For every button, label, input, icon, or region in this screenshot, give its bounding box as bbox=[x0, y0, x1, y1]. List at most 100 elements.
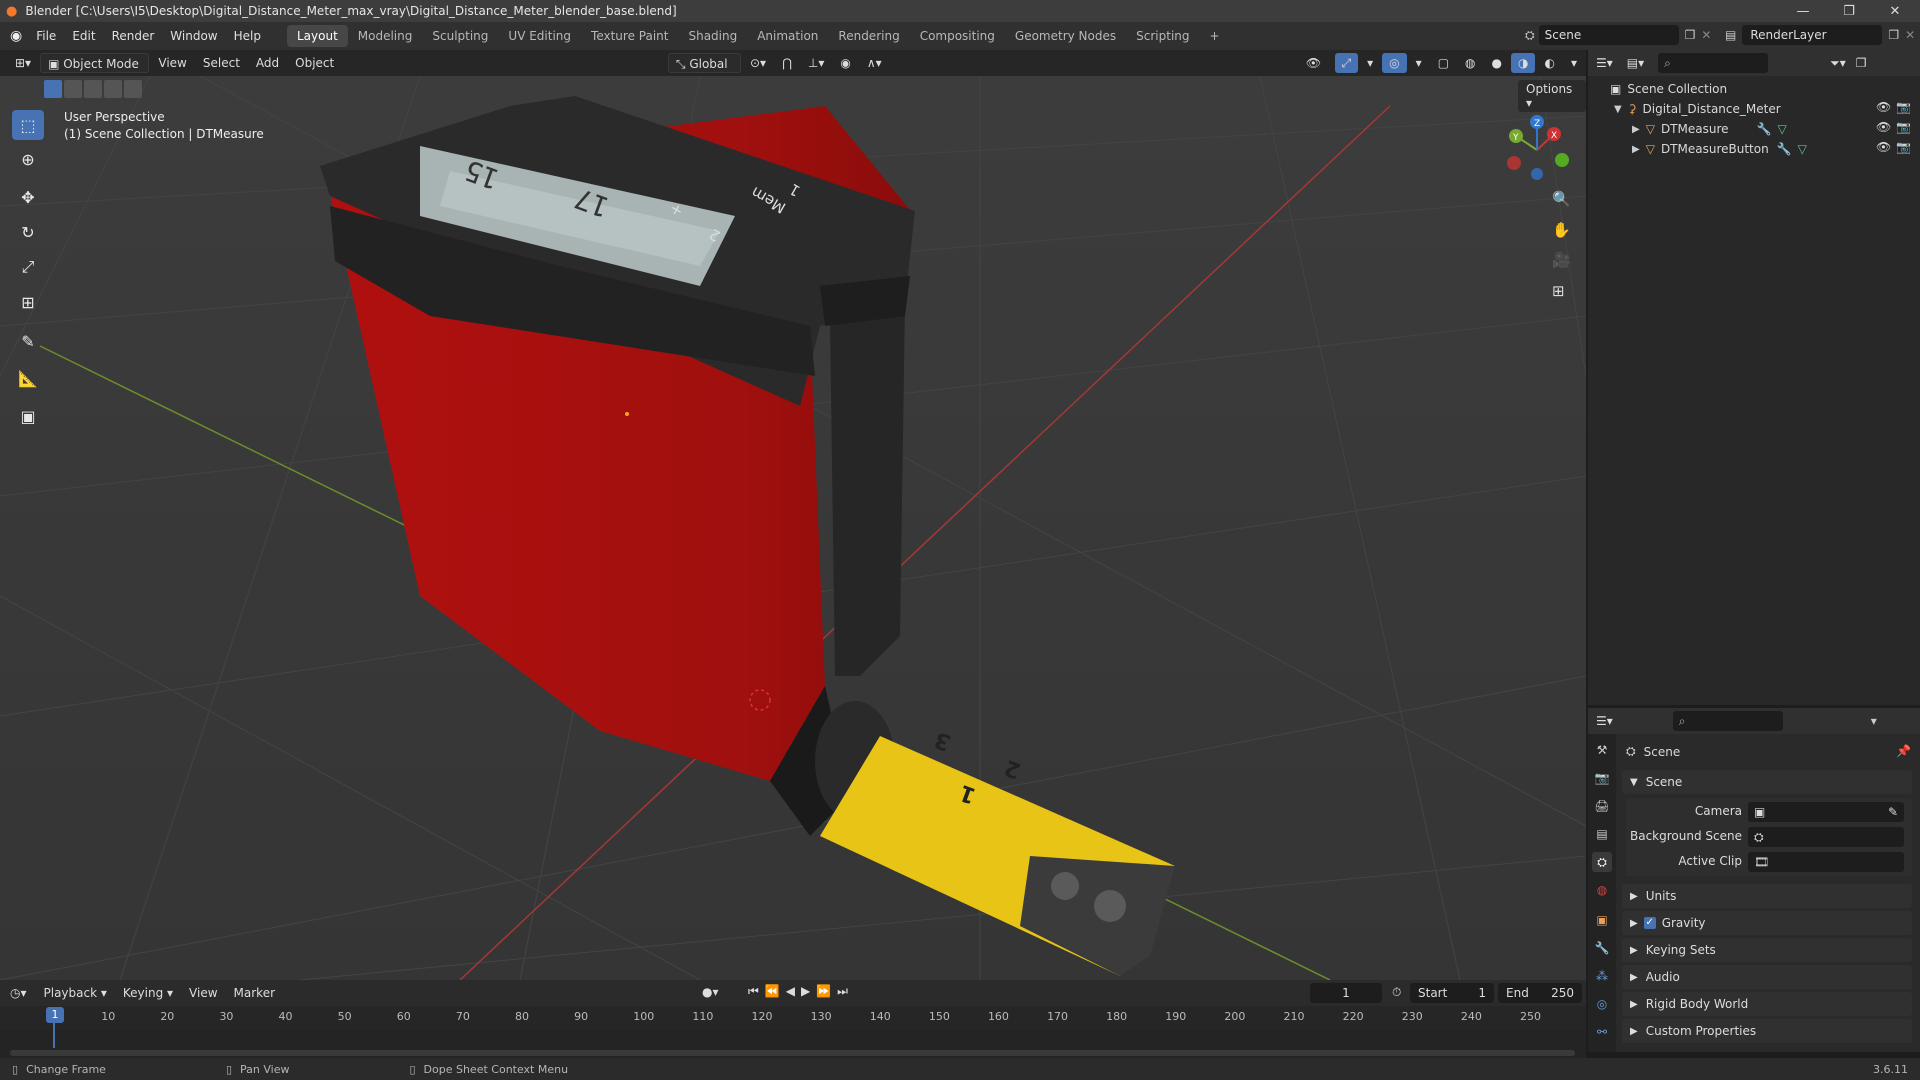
select-extend-icon[interactable] bbox=[64, 80, 82, 98]
gravity-panel-header[interactable]: ▶ ✓ Gravity bbox=[1622, 911, 1912, 935]
menu-playback[interactable]: Playback ▾ bbox=[37, 983, 114, 1003]
tab-sculpting[interactable]: Sculpting bbox=[422, 25, 498, 47]
tool-select-box[interactable]: ⬚ bbox=[12, 110, 44, 140]
collapse-arrow-icon[interactable]: ▶ bbox=[1632, 124, 1640, 135]
render-camera-icon[interactable]: 📷 bbox=[1896, 120, 1911, 134]
blender-menu-icon[interactable]: ◉ bbox=[10, 28, 22, 44]
playhead-frame-label[interactable]: 1 bbox=[46, 1007, 64, 1023]
collapse-arrow-icon[interactable]: ▶ bbox=[1632, 144, 1640, 155]
camera-field[interactable]: ▣ ✎ bbox=[1748, 802, 1904, 822]
background-scene-field[interactable]: ⛭ bbox=[1748, 827, 1904, 847]
tool-annotate[interactable]: ✎ bbox=[12, 326, 44, 356]
audio-panel-header[interactable]: ▶ Audio bbox=[1622, 965, 1912, 989]
preview-range-icon[interactable]: ⏱ bbox=[1392, 985, 1401, 1000]
perspective-toggle-icon[interactable]: ⊞ bbox=[1552, 282, 1565, 300]
visibility-icon[interactable]: 👁▾ bbox=[1299, 53, 1333, 90]
tab-layout[interactable]: Layout bbox=[286, 25, 348, 47]
tool-transform[interactable]: ⊞ bbox=[12, 287, 44, 317]
shading-dropdown-icon[interactable]: ▾ bbox=[1564, 53, 1584, 73]
tab-geometry-nodes[interactable]: Geometry Nodes bbox=[1005, 25, 1126, 47]
menu-view[interactable]: View bbox=[151, 53, 193, 73]
tool-rotate[interactable]: ↻ bbox=[12, 217, 44, 247]
outliner-row-dtmeasure[interactable]: ▶ ▽ DTMeasure 🔧 ▽ bbox=[1632, 120, 1787, 138]
options-button[interactable]: Options ▾ bbox=[1518, 80, 1586, 112]
minimize-button[interactable]: — bbox=[1780, 0, 1826, 22]
tab-shading[interactable]: Shading bbox=[678, 25, 747, 47]
scene-icon[interactable]: ⛭ bbox=[1525, 28, 1535, 43]
active-clip-field[interactable]: 🎞 bbox=[1748, 852, 1904, 872]
object-tab-icon[interactable]: ▣ bbox=[1592, 910, 1612, 930]
outliner-row-collection[interactable]: ▼ ⚳ Digital_Distance_Meter bbox=[1614, 100, 1781, 118]
properties-search-input[interactable]: ⌕ bbox=[1672, 711, 1783, 731]
wireframe-shading-icon[interactable]: ◍ bbox=[1458, 53, 1482, 73]
scene-selector[interactable]: Scene bbox=[1538, 25, 1679, 45]
tab-scripting[interactable]: Scripting bbox=[1126, 25, 1199, 47]
eyedropper-icon[interactable]: ✎ bbox=[1888, 805, 1898, 819]
modifier-tab-icon[interactable]: 🔧 bbox=[1592, 938, 1612, 958]
camera-view-icon[interactable]: 🎥 bbox=[1552, 251, 1571, 269]
close-button[interactable]: ✕ bbox=[1872, 0, 1918, 22]
physics-tab-icon[interactable]: ◎ bbox=[1592, 994, 1612, 1014]
solid-shading-icon[interactable]: ● bbox=[1485, 53, 1509, 73]
expand-arrow-icon[interactable]: ▼ bbox=[1614, 104, 1622, 115]
scene-panel-header[interactable]: ▼ Scene bbox=[1622, 770, 1912, 794]
new-collection-icon[interactable]: ❐ bbox=[1856, 56, 1867, 70]
gizmo-icon[interactable]: ⤢ bbox=[1334, 53, 1359, 73]
start-frame-field[interactable]: Start 1 bbox=[1410, 983, 1494, 1003]
add-workspace-button[interactable]: + bbox=[1200, 25, 1230, 47]
renderlayer-selector[interactable]: RenderLayer bbox=[1742, 25, 1883, 45]
material-shading-icon[interactable]: ◑ bbox=[1511, 53, 1536, 73]
timeline-scrollbar[interactable] bbox=[10, 1050, 1575, 1056]
zoom-icon[interactable]: 🔍 bbox=[1552, 190, 1571, 208]
constraints-tab-icon[interactable]: ⚯ bbox=[1592, 1022, 1612, 1042]
particles-tab-icon[interactable]: ⁂ bbox=[1592, 966, 1612, 986]
custom-properties-panel-header[interactable]: ▶ Custom Properties bbox=[1622, 1019, 1912, 1043]
timeline-editor-type-icon[interactable]: ◷▾ bbox=[10, 986, 27, 1000]
rigid-body-world-panel-header[interactable]: ▶ Rigid Body World bbox=[1622, 992, 1912, 1016]
navigation-gizmo[interactable]: X Y Z bbox=[1492, 112, 1582, 182]
playback-controls[interactable]: ⏮⏪◀▶⏩⏭ bbox=[748, 984, 854, 999]
new-scene-icon[interactable]: ❐ bbox=[1685, 28, 1696, 42]
rendered-shading-icon[interactable]: ◐ bbox=[1537, 53, 1561, 73]
properties-options-icon[interactable]: ▾ bbox=[1871, 714, 1877, 728]
overlay-dropdown-icon[interactable]: ▾ bbox=[1409, 53, 1429, 73]
pivot-icon[interactable]: ⊙▾ bbox=[743, 53, 773, 73]
snap-icon[interactable]: ⋂ bbox=[775, 53, 799, 73]
tab-compositing[interactable]: Compositing bbox=[910, 25, 1005, 47]
gizmo-dropdown-icon[interactable]: ▾ bbox=[1360, 53, 1380, 73]
renderlayer-icon[interactable]: ▤ bbox=[1725, 28, 1736, 42]
snap-target-icon[interactable]: ⊥▾ bbox=[801, 53, 831, 73]
pin-icon[interactable]: 📌 bbox=[1896, 744, 1911, 758]
select-invert-icon[interactable] bbox=[104, 80, 122, 98]
tab-animation[interactable]: Animation bbox=[747, 25, 828, 47]
units-panel-header[interactable]: ▶ Units bbox=[1622, 884, 1912, 908]
pan-hand-icon[interactable]: ✋ bbox=[1552, 221, 1571, 239]
select-new-icon[interactable] bbox=[44, 80, 62, 98]
current-frame-field[interactable]: 1 bbox=[1310, 983, 1382, 1003]
tab-modeling[interactable]: Modeling bbox=[348, 25, 423, 47]
transform-orientation-selector[interactable]: ⤡ Global ▾ bbox=[667, 53, 741, 91]
maximize-button[interactable]: ❐ bbox=[1826, 0, 1872, 22]
tab-uv-editing[interactable]: UV Editing bbox=[498, 25, 581, 47]
tool-scale[interactable]: ⤢ bbox=[12, 252, 44, 282]
tool-add-cube[interactable]: ▣ bbox=[12, 401, 44, 431]
gravity-checkbox[interactable]: ✓ bbox=[1643, 917, 1656, 929]
menu-edit[interactable]: Edit bbox=[64, 25, 103, 47]
menu-keying[interactable]: Keying ▾ bbox=[116, 983, 180, 1003]
delete-renderlayer-icon[interactable]: ✕ bbox=[1905, 28, 1915, 42]
tab-rendering[interactable]: Rendering bbox=[828, 25, 909, 47]
end-frame-field[interactable]: End 250 bbox=[1498, 983, 1582, 1003]
xray-icon[interactable]: ▢ bbox=[1431, 53, 1456, 73]
mode-selector[interactable]: ▣ Object Mode ▾ bbox=[40, 53, 150, 91]
properties-editor-type-icon[interactable]: ☰▾ bbox=[1596, 714, 1613, 728]
select-subtract-icon[interactable] bbox=[84, 80, 102, 98]
menu-help[interactable]: Help bbox=[226, 25, 269, 47]
3d-viewport[interactable]: 15 17 Mem 1 2 + 1 2 3 User Perspective (… bbox=[0, 76, 1586, 980]
tool-measure[interactable]: 📐 bbox=[12, 363, 44, 393]
visibility-eye-icon[interactable]: 👁 bbox=[1876, 120, 1891, 134]
output-tab-icon[interactable]: 🖨 bbox=[1592, 796, 1612, 816]
menu-select[interactable]: Select bbox=[196, 53, 247, 73]
editor-type-icon[interactable]: ⊞▾ bbox=[8, 53, 38, 73]
overlay-icon[interactable]: ◎ bbox=[1382, 53, 1407, 73]
falloff-icon[interactable]: ∧▾ bbox=[860, 53, 889, 73]
